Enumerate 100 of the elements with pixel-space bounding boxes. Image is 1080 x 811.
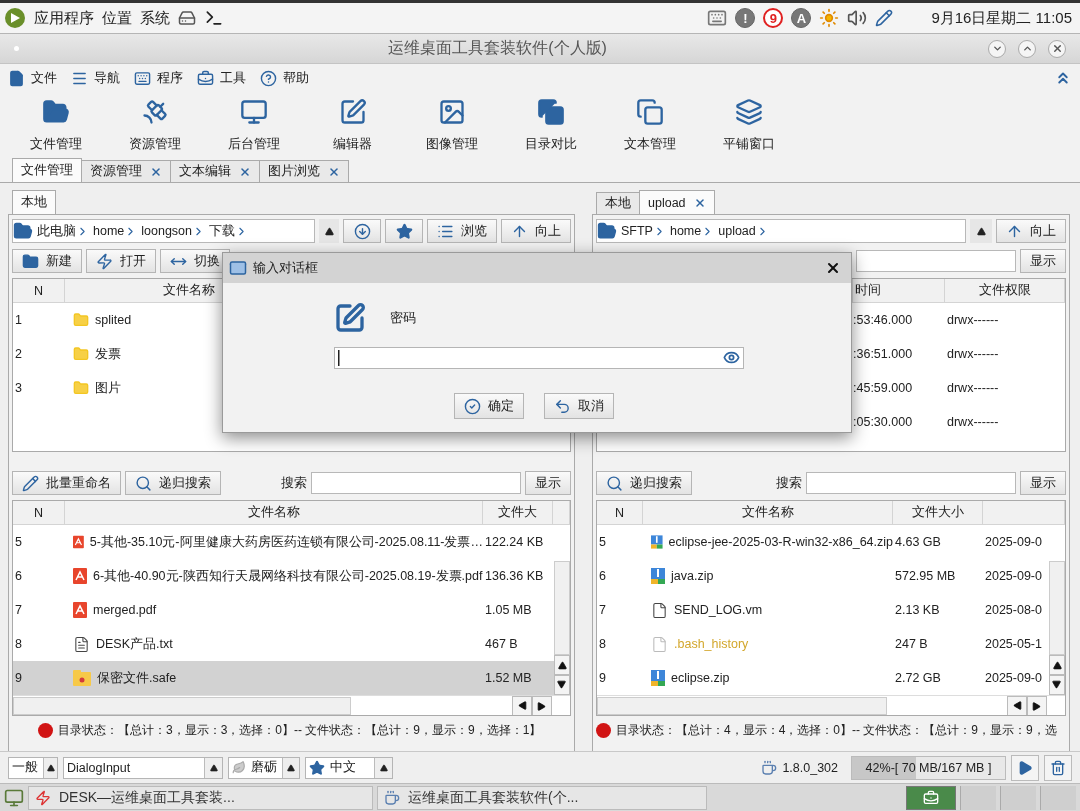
play-icon [1017,759,1033,776]
close-button[interactable] [1048,39,1066,58]
taskbar-button[interactable]: DESK—运维桌面工具套装... [28,785,373,810]
toolbar-button[interactable] [343,219,381,243]
action-button[interactable]: 切换 [160,249,230,273]
tray-badge[interactable]: 9 [763,8,784,28]
dropdown-button[interactable] [970,219,992,243]
tab[interactable]: 文件管理 [12,158,82,182]
dialog-button[interactable]: 确定 [454,393,524,419]
scroll-right-icon[interactable] [532,695,552,715]
tab[interactable]: 本地 [12,190,56,214]
path-field[interactable]: 此电脑 home loongson 下载 [12,219,316,243]
tray-badge[interactable]: A [791,8,812,28]
column-header[interactable]: 文件权限 [945,279,1065,302]
search-field[interactable] [806,472,1016,494]
filter-field[interactable] [856,250,1016,272]
scroll-up-icon[interactable] [554,655,570,675]
path-segment[interactable]: home [669,224,715,238]
toolbar-button[interactable]: 目录对比 [501,92,600,158]
toolbar-button[interactable]: 向上 [996,219,1066,243]
dropdown[interactable]: 一般 [8,756,58,779]
show-button[interactable]: 显示 [1020,249,1066,273]
column-header[interactable]: N [13,279,65,302]
action-button[interactable]: 递归搜索 [596,471,692,495]
toolbar-button[interactable]: 图像管理 [402,92,501,158]
table-cell-text: 8 [598,637,607,651]
scroll-left-icon[interactable] [512,695,532,715]
path-segment[interactable]: home [93,224,138,238]
menu-item[interactable]: 工具 [197,69,246,87]
password-field[interactable] [334,347,744,369]
show-button[interactable]: 显示 [1020,471,1066,495]
tray-button[interactable] [906,785,956,810]
table-cell-text: 9 [14,671,23,685]
menu-item[interactable]: 帮助 [260,69,309,87]
taskbar-button[interactable]: 运维桌面工具套装软件(个... [377,785,707,810]
toolbar-button[interactable]: 文本管理 [600,92,699,158]
action-button[interactable]: 递归搜索 [125,471,221,495]
tab[interactable]: upload [639,190,715,214]
action-button[interactable]: 打开 [86,249,156,273]
app-logo-icon[interactable] [4,7,26,29]
file-name: java.zip [671,569,714,583]
path-segment[interactable]: upload [718,224,769,238]
scrollbar[interactable] [597,695,1065,715]
clock[interactable]: 9月16日星期二 11:05 [931,8,1072,28]
toolbar-button[interactable]: 编辑器 [303,92,402,158]
show-button[interactable]: 显示 [525,471,571,495]
action-button[interactable]: 新建 [12,249,82,273]
toolbar-button[interactable]: 后台管理 [204,92,303,158]
panel-menu[interactable]: 应用程序 [34,8,94,28]
panel-menu[interactable]: 位置 [102,8,132,28]
column-header[interactable]: 文件名称 [643,501,893,524]
pdf-file-icon [73,568,87,584]
scroll-down-icon[interactable] [554,675,570,695]
column-header[interactable]: N [597,501,643,524]
dialog-button[interactable]: 取消 [544,393,614,419]
search-label: 搜索 [281,474,307,492]
toolbar-button[interactable]: 资源管理 [105,92,204,158]
toolbar-button[interactable]: 平铺窗口 [699,92,798,158]
menu-item[interactable]: 程序 [134,69,183,87]
menu-item[interactable]: 文件 [8,69,57,87]
dropdown[interactable]: DialogInput [63,756,223,779]
run-button[interactable] [1011,754,1039,781]
column-header[interactable]: N [13,501,65,524]
column-header[interactable]: 文件大 [483,501,553,524]
menu-item[interactable]: 导航 [71,69,120,87]
folder-icon [73,312,89,328]
table-cell-text: 2025-09-0 [984,671,1043,685]
path-field[interactable]: SFTP home upload [596,219,967,243]
column-header[interactable]: 文件大小 [893,501,983,524]
dropdown[interactable]: 中文 [305,756,393,779]
tab[interactable]: 图片浏览 [259,160,349,182]
tab[interactable]: 本地 [596,192,640,214]
path-segment[interactable]: loongson [141,224,206,238]
toolbar-button[interactable]: 向上 [501,219,571,243]
scroll-right-icon[interactable] [1027,695,1047,715]
maximize-button[interactable] [1018,39,1036,58]
path-segment[interactable]: SFTP [621,224,666,238]
trash-button[interactable] [1044,754,1072,781]
scrollbar[interactable] [13,695,570,715]
tray-badge[interactable]: ! [735,8,756,28]
action-button[interactable]: 批量重命名 [12,471,121,495]
toolbar-button[interactable]: 浏览 [427,219,497,243]
tab[interactable]: 文本编辑 [170,160,260,182]
dropdown-button[interactable] [319,219,339,243]
table-row[interactable]: 9 保密文件.safe 1.52 MB [13,661,554,695]
scroll-down-icon[interactable] [1049,675,1065,695]
minimize-button[interactable] [988,39,1006,58]
toolbar-button[interactable]: 文件管理 [6,92,105,158]
column-header[interactable]: 文件名称 [65,501,483,524]
tab[interactable]: 资源管理 [81,160,171,182]
search-field[interactable] [311,472,521,494]
panel-menu[interactable]: 系统 [140,8,170,28]
scroll-left-icon[interactable] [1007,695,1027,715]
column-header[interactable]: 时间 [853,279,945,302]
terminal-icon [204,8,224,28]
scroll-up-icon[interactable] [1049,655,1065,675]
path-segment[interactable]: 此电脑 [37,222,89,240]
toolbar-button[interactable] [385,219,423,243]
dropdown[interactable]: 磨砺 [228,756,300,779]
path-segment[interactable]: 下载 [209,222,249,240]
